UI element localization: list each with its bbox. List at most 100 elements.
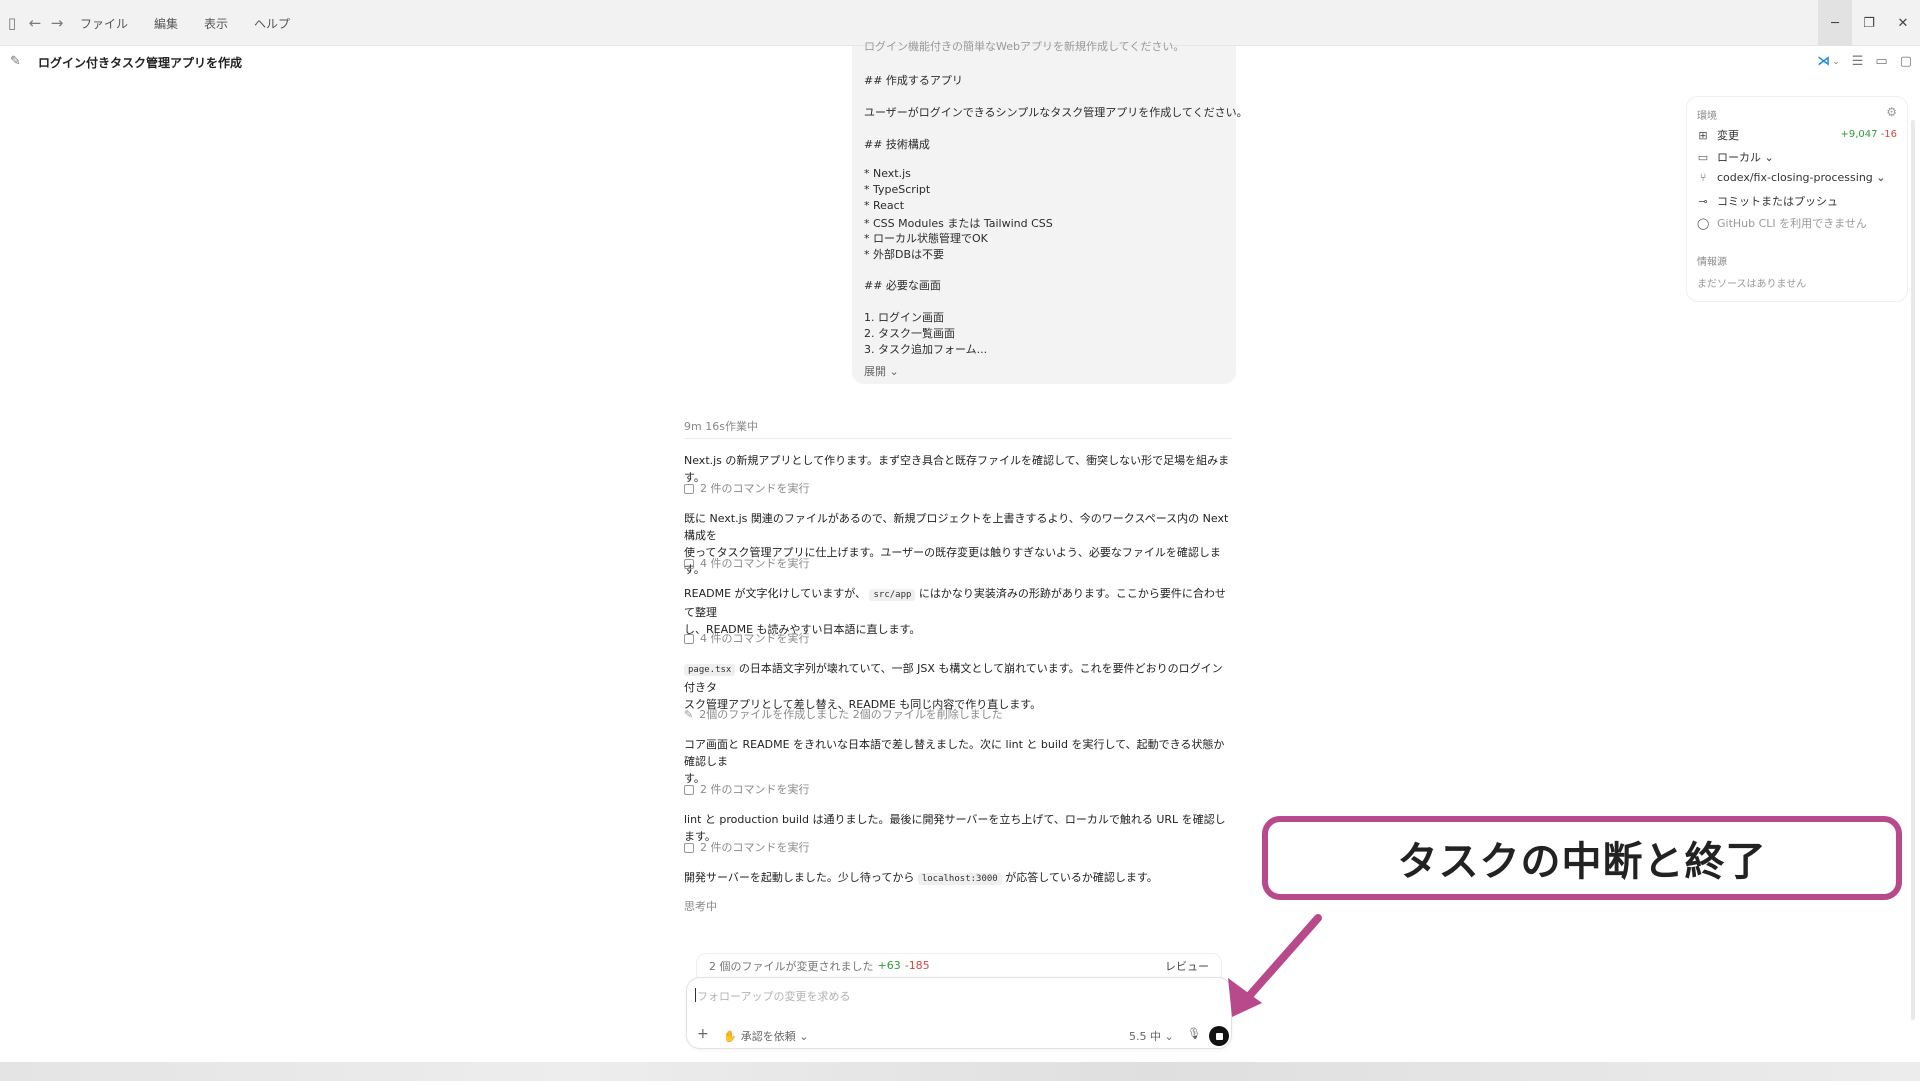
annotation-label: タスクの中断と終了	[1397, 839, 1767, 885]
composer: + ✋ 承認を依頼 ⌄ 5.5 中 ⌄ 🎙	[686, 977, 1232, 1049]
pencil-icon: ✎	[684, 708, 694, 721]
expand-prompt-button[interactable]: 展開 ⌄	[864, 363, 899, 379]
stop-task-button[interactable]	[1209, 1026, 1229, 1046]
command-summary[interactable]: 2 件のコマンドを実行	[684, 781, 1230, 798]
list-view-icon[interactable]: ☰	[1852, 54, 1864, 69]
prompt-line: * Next.js	[864, 167, 911, 180]
prompt-line: 1. ログイン画面	[864, 311, 944, 324]
gear-icon[interactable]: ⚙	[1886, 105, 1897, 119]
sources-heading: 情報源	[1697, 257, 1727, 268]
desktop-background	[0, 1062, 1920, 1081]
prompt-line: ## 技術構成	[864, 138, 930, 151]
thinking-indicator: 思考中	[684, 900, 717, 913]
review-button[interactable]: レビュー	[1165, 958, 1209, 974]
terminal-panel-icon[interactable]: ▭	[1875, 54, 1887, 69]
follow-up-input[interactable]	[697, 986, 1217, 1006]
commit-label: コミットまたはプッシュ	[1717, 195, 1838, 208]
more-options-icon[interactable]: ···	[227, 52, 242, 67]
command-summary-label: 4 件のコマンドを実行	[700, 632, 810, 645]
changes-added: +9,047	[1840, 129, 1878, 140]
inline-code: src/app	[869, 589, 916, 601]
github-icon: ◯	[1697, 216, 1710, 230]
prompt-line: * 外部DBは不要	[864, 248, 945, 261]
message-line: 既に Next.js 関連のファイルがあるので、新規プロジェクトを上書きするより…	[684, 512, 1229, 542]
message-line: コア画面と README をきれいな日本語で差し替えました。次に lint と …	[684, 738, 1225, 768]
terminal-icon	[684, 784, 694, 795]
assistant-message: コア画面と README をきれいな日本語で差し替えました。次に lint と …	[684, 736, 1230, 787]
git-branch-icon: ⑂	[1699, 171, 1707, 184]
files-changed-label: 2 個のファイルが変更されました	[709, 959, 874, 973]
model-selector[interactable]: 5.5 中 ⌄	[1129, 1028, 1174, 1044]
close-icon[interactable]: ✕	[1886, 0, 1920, 46]
hand-icon: ✋	[723, 1029, 737, 1043]
restore-icon[interactable]: ❐	[1852, 0, 1886, 46]
menu-bar: ファイル 編集 表示 ヘルプ	[80, 0, 290, 46]
vscode-icon[interactable]: ⋊	[1817, 54, 1830, 69]
prompt-line: * TypeScript	[864, 183, 931, 196]
environment-panel: 環境 ⚙ ⊞ 変更 +9,047 -16 ▭ ローカル ⌄ ⑂ codex/fi…	[1686, 96, 1908, 302]
stop-icon	[1215, 1032, 1223, 1040]
terminal-icon	[684, 633, 694, 644]
changes-label: 変更	[1717, 129, 1739, 142]
commit-push-item[interactable]: ⊸ コミットまたはプッシュ	[1697, 193, 1838, 209]
command-summary[interactable]: 2 件のコマンドを実行	[684, 480, 1230, 497]
prompt-line: 2. タスク一覧画面	[864, 327, 955, 340]
minimize-icon[interactable]: ─	[1818, 0, 1852, 46]
back-arrow-icon[interactable]: ←	[24, 0, 46, 46]
menu-file[interactable]: ファイル	[80, 15, 128, 32]
prompt-line: * ローカル状態管理でOK	[864, 232, 988, 245]
environment-heading: 環境	[1697, 111, 1717, 122]
git-commit-icon: ⊸	[1698, 194, 1708, 208]
prompt-line: ## 必要な画面	[864, 279, 941, 292]
branch-label: codex/fix-closing-processing ⌄	[1717, 171, 1886, 184]
add-attachment-button[interactable]: +	[697, 1026, 709, 1042]
message-line: page.tsx の日本語文字列が壊れていて、一部 JSX も構文として崩れてい…	[684, 660, 1230, 696]
prompt-line: ## 作成するアプリ	[864, 74, 963, 87]
command-summary[interactable]: 4 件のコマンドを実行	[684, 555, 1230, 572]
prompt-line: 3. タスク追加フォーム...	[864, 343, 988, 356]
terminal-icon	[684, 842, 694, 853]
menu-edit[interactable]: 編集	[154, 15, 178, 32]
command-summary[interactable]: 2 件のコマンドを実行	[684, 839, 1230, 856]
changes-removed: -16	[1880, 129, 1897, 140]
app-window: ▯ ← → ファイル 編集 表示 ヘルプ ─ ❐ ✕ ✎ ログイン付きタスク管理…	[0, 0, 1920, 1062]
chevron-down-icon[interactable]: ⌄	[1832, 57, 1840, 67]
menu-help[interactable]: ヘルプ	[254, 15, 290, 32]
annotation-callout: タスクの中断と終了	[1262, 816, 1902, 900]
prompt-line: * React	[864, 199, 905, 212]
laptop-icon: ▭	[1697, 150, 1709, 164]
scrollbar[interactable]	[1911, 120, 1915, 1020]
approval-mode-dropdown[interactable]: ✋ 承認を依頼 ⌄	[723, 1028, 808, 1044]
work-status: 9m 16s作業中	[684, 420, 758, 433]
command-summary-label: 2 件のコマンドを実行	[700, 841, 810, 854]
file-change-summary[interactable]: ✎ 2個のファイルを作成しました 2個のファイルを削除しました	[684, 706, 1230, 723]
header-actions: ⋊ ⌄ ☰ ▭ ▢	[1817, 54, 1912, 69]
message-line: README が文字化けしていますが、 src/app にはかなり実装済みの形跡…	[684, 585, 1230, 621]
local-label: ローカル ⌄	[1717, 151, 1774, 164]
sources-empty: まだソースはありません	[1697, 279, 1807, 290]
side-panel-icon[interactable]: ▢	[1900, 54, 1912, 69]
branch-dropdown[interactable]: ⑂ codex/fix-closing-processing ⌄	[1697, 171, 1886, 184]
terminal-icon	[684, 483, 694, 494]
forward-arrow-icon[interactable]: →	[46, 0, 68, 46]
command-summary-label: 4 件のコマンドを実行	[700, 557, 810, 570]
divider	[684, 438, 1232, 439]
prompt-first-line: ログイン機能付きの簡単なWebアプリを新規作成してください。	[864, 40, 1185, 53]
files-changed-bar: 2 個のファイルが変更されました +63 -185 レビュー	[696, 953, 1222, 977]
text-caret	[695, 988, 696, 1002]
message-text: 開発サーバーを起動しました。少し待ってから	[684, 871, 915, 884]
github-cli-status: ◯ GitHub CLI を利用できません	[1697, 215, 1867, 231]
prompt-line: ユーザーがログインできるシンプルなタスク管理アプリを作成してください。	[864, 106, 1248, 119]
new-thread-icon[interactable]: ✎	[10, 54, 21, 69]
diff-icon: ⊞	[1698, 128, 1708, 142]
lines-removed: -185	[904, 959, 930, 972]
assistant-message: 開発サーバーを起動しました。少し待ってから localhost:3000 が応答…	[684, 869, 1230, 888]
changes-item[interactable]: ⊞ 変更	[1697, 127, 1739, 143]
microphone-icon[interactable]: 🎙	[1187, 1027, 1201, 1040]
local-environment-dropdown[interactable]: ▭ ローカル ⌄	[1697, 149, 1774, 165]
menu-view[interactable]: 表示	[204, 15, 228, 32]
inline-code: page.tsx	[684, 664, 736, 676]
sidebar-toggle-icon[interactable]: ▯	[2, 0, 22, 46]
window-controls: ─ ❐ ✕	[1818, 0, 1920, 46]
command-summary[interactable]: 4 件のコマンドを実行	[684, 630, 1230, 647]
